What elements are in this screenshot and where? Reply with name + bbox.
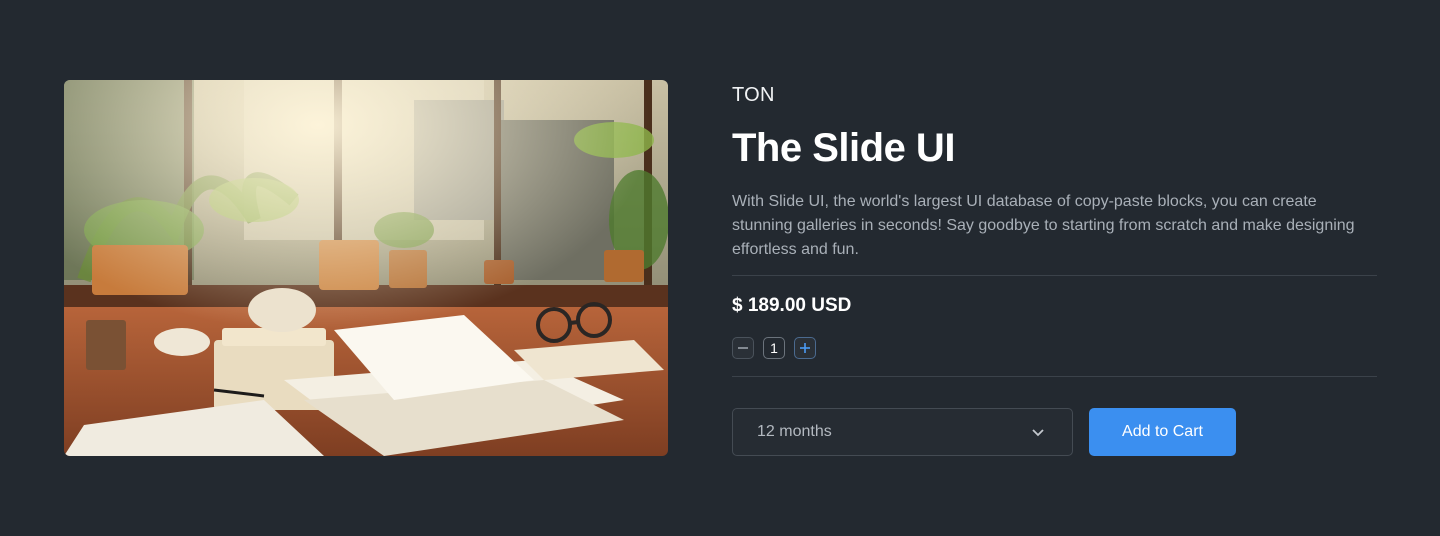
plus-icon <box>800 343 810 353</box>
plan-select-value: 12 months <box>757 423 832 440</box>
product-title: The Slide UI <box>732 126 955 170</box>
add-to-cart-button[interactable]: Add to Cart <box>1089 408 1236 456</box>
minus-icon <box>738 347 748 349</box>
product-description: With Slide UI, the world's largest UI da… <box>732 193 1355 258</box>
divider <box>732 275 1377 276</box>
divider <box>732 376 1377 377</box>
quantity-stepper: 1 <box>732 337 816 359</box>
chevron-down-icon <box>1032 429 1044 437</box>
quantity-increment-button[interactable] <box>794 337 816 359</box>
plan-select[interactable]: 12 months <box>732 408 1073 456</box>
quantity-decrement-button[interactable] <box>732 337 754 359</box>
product-image <box>64 80 668 456</box>
product-price: $ 189.00 USD <box>732 295 852 316</box>
quantity-value[interactable]: 1 <box>763 337 785 359</box>
product-brand: TON <box>732 84 775 106</box>
